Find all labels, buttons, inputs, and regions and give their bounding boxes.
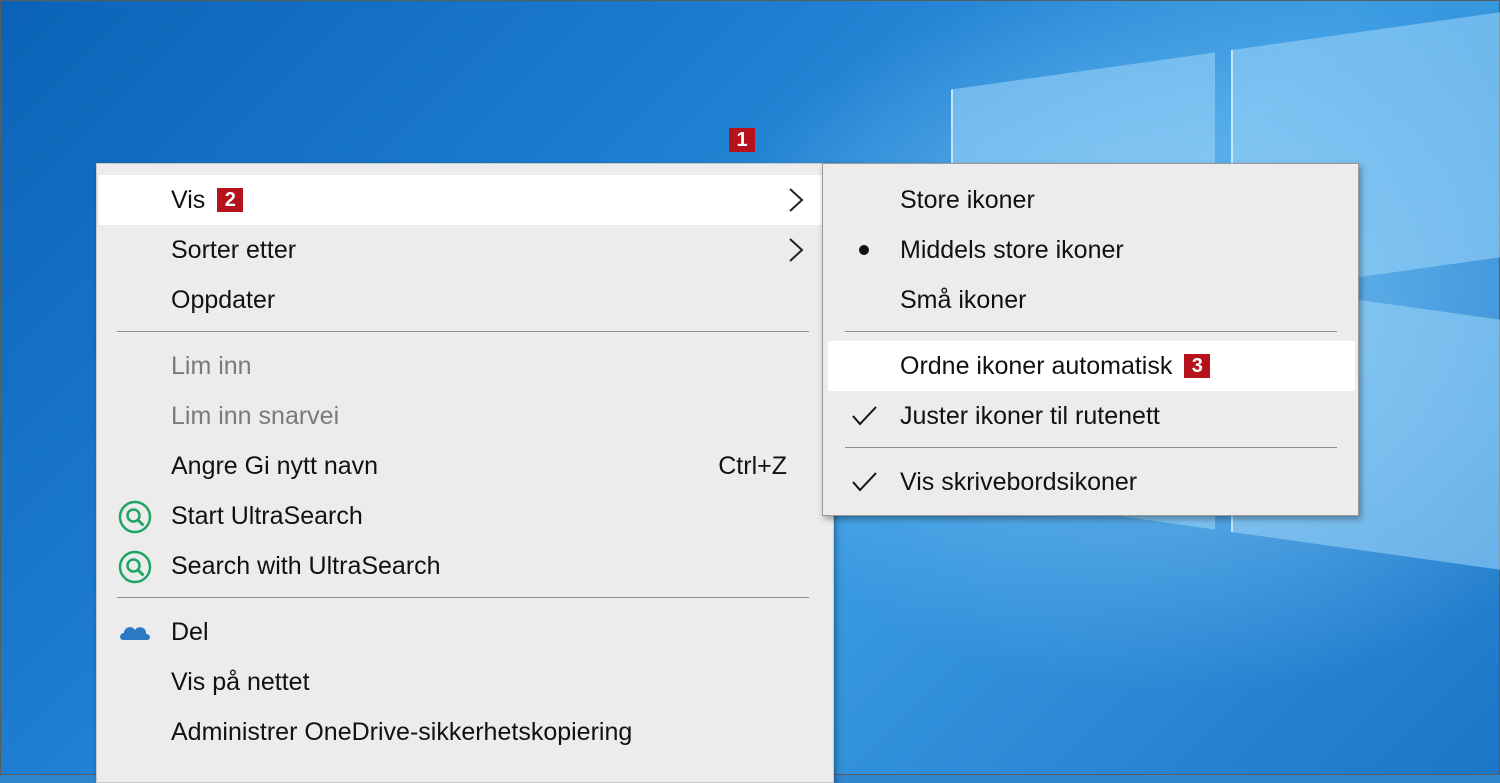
onedrive-cloud-icon — [120, 627, 150, 640]
ultrasearch-icon — [118, 500, 152, 534]
submenu-item-middels-store-ikoner[interactable]: Middels store ikoner — [828, 225, 1355, 275]
submenu-item-sma-ikoner[interactable]: Små ikoner — [828, 275, 1355, 325]
submenu-item-store-ikoner[interactable]: Store ikoner — [828, 175, 1355, 225]
menu-item-label: Sorter etter — [171, 235, 297, 264]
chevron-right-icon — [789, 238, 804, 262]
menu-item-del[interactable]: Del — [99, 607, 831, 657]
menu-item-vis[interactable]: Vis 2 — [99, 175, 831, 225]
menu-item-label: Små ikoner — [900, 285, 1027, 314]
menu-item-label: Start UltraSearch — [171, 501, 363, 530]
menu-item-angre-gi-nytt-navn[interactable]: Angre Gi nytt navn Ctrl+Z — [99, 441, 831, 491]
menu-item-shortcut: Ctrl+Z — [718, 451, 787, 480]
menu-item-lim-inn[interactable]: Lim inn — [99, 341, 831, 391]
submenu-item-ordne-ikoner-automatisk[interactable]: Ordne ikoner automatisk 3 — [828, 341, 1355, 391]
menu-item-label: Angre Gi nytt navn — [171, 451, 379, 480]
chevron-right-icon — [789, 188, 804, 212]
menu-item-start-ultrasearch[interactable]: Start UltraSearch — [99, 491, 831, 541]
annotation-marker-2: 2 — [217, 187, 244, 212]
menu-item-label: Lim inn — [171, 351, 252, 380]
menu-item-label: Vis skrivebordsikoner — [900, 467, 1138, 496]
bullet-icon — [859, 245, 869, 255]
menu-item-vis-pa-nettet[interactable]: Vis på nettet — [99, 657, 831, 707]
menu-item-label: Administrer OneDrive-sikkerhetskopiering — [171, 717, 633, 746]
ultrasearch-icon — [118, 550, 152, 584]
submenu-item-juster-ikoner-til-rutenett[interactable]: Juster ikoner til rutenett — [828, 391, 1355, 441]
menu-item-search-with-ultrasearch[interactable]: Search with UltraSearch — [99, 541, 831, 591]
checkmark-icon — [852, 472, 877, 492]
menu-item-lim-inn-snarvei[interactable]: Lim inn snarvei — [99, 391, 831, 441]
menu-item-label: Lim inn snarvei — [171, 401, 340, 430]
menu-item-label: Vis på nettet — [171, 667, 310, 696]
menu-item-label: Oppdater — [171, 285, 276, 314]
menu-item-oppdater[interactable]: Oppdater — [99, 275, 831, 325]
menu-separator — [845, 447, 1337, 448]
menu-item-label: Ordne ikoner automatisk 3 — [900, 352, 1211, 381]
menu-separator — [117, 331, 809, 332]
menu-item-label: Search with UltraSearch — [171, 551, 441, 580]
menu-item-administrer-onedrive[interactable]: Administrer OneDrive-sikkerhetskopiering — [99, 707, 831, 757]
menu-separator — [117, 597, 809, 598]
menu-item-label: Juster ikoner til rutenett — [900, 401, 1160, 430]
menu-item-sorter-etter[interactable]: Sorter etter — [99, 225, 831, 275]
checkmark-icon — [852, 406, 877, 426]
menu-item-label: Store ikoner — [900, 185, 1035, 214]
menu-separator — [845, 331, 1337, 332]
menu-item-label: Vis 2 — [171, 186, 244, 215]
menu-item-label: Del — [171, 617, 209, 646]
annotation-marker-1: 1 — [729, 128, 755, 152]
desktop-context-menu: Vis 2 Sorter etter Oppdater Lim inn Lim i… — [96, 163, 834, 783]
submenu-item-vis-skrivebordsikoner[interactable]: Vis skrivebordsikoner — [828, 457, 1355, 507]
menu-item-label: Middels store ikoner — [900, 235, 1124, 264]
vis-submenu: Store ikoner Middels store ikoner Små ik… — [822, 163, 1359, 516]
annotation-marker-3: 3 — [1184, 353, 1211, 378]
